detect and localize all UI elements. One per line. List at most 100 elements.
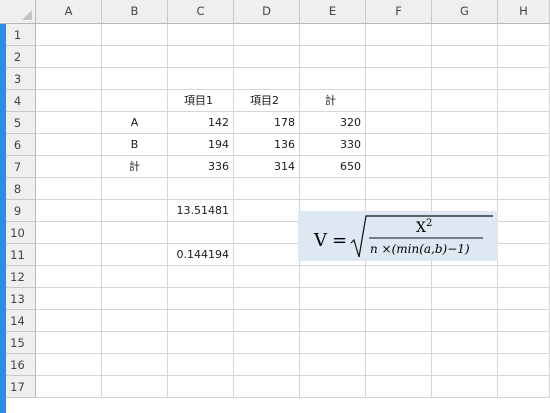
cell-c6[interactable]: 194 <box>168 134 234 156</box>
grid-cell-d16[interactable] <box>234 354 300 376</box>
grid-cell-h3[interactable] <box>498 68 550 90</box>
grid-cell-c8[interactable] <box>168 178 234 200</box>
grid-cell-d8[interactable] <box>234 178 300 200</box>
column-header-c[interactable]: C <box>168 0 234 24</box>
grid-cell-c15[interactable] <box>168 332 234 354</box>
grid-cell-e8[interactable] <box>300 178 366 200</box>
grid-cell-h6[interactable] <box>498 134 550 156</box>
grid-cell-g8[interactable] <box>432 178 498 200</box>
cell-e7[interactable]: 650 <box>300 156 366 178</box>
column-header-a[interactable]: A <box>36 0 102 24</box>
grid-cell-a11[interactable] <box>36 244 102 266</box>
grid-cell-b10[interactable] <box>102 222 168 244</box>
column-header-f[interactable]: F <box>366 0 432 24</box>
column-header-e[interactable]: E <box>300 0 366 24</box>
grid-cell-b16[interactable] <box>102 354 168 376</box>
grid-cell-a10[interactable] <box>36 222 102 244</box>
column-header-h[interactable]: H <box>498 0 550 24</box>
grid-cell-g15[interactable] <box>432 332 498 354</box>
grid-cell-e14[interactable] <box>300 310 366 332</box>
grid-cell-h2[interactable] <box>498 46 550 68</box>
grid-cell-h7[interactable] <box>498 156 550 178</box>
cell-b6-label[interactable]: B <box>102 134 168 156</box>
grid-cell-h17[interactable] <box>498 376 550 398</box>
cell-c9-result[interactable]: 13.51481 <box>168 200 234 222</box>
grid-cell-c13[interactable] <box>168 288 234 310</box>
grid-cell-g4[interactable] <box>432 90 498 112</box>
grid-cell-a4[interactable] <box>36 90 102 112</box>
cell-e4-header[interactable]: 計 <box>300 90 366 112</box>
grid-cell-h15[interactable] <box>498 332 550 354</box>
grid-cell-c1[interactable] <box>168 24 234 46</box>
grid-cell-a16[interactable] <box>36 354 102 376</box>
grid-cell-a13[interactable] <box>36 288 102 310</box>
grid-cell-f1[interactable] <box>366 24 432 46</box>
grid-cell-b8[interactable] <box>102 178 168 200</box>
grid-cell-c16[interactable] <box>168 354 234 376</box>
grid-cell-f8[interactable] <box>366 178 432 200</box>
grid-cell-b4[interactable] <box>102 90 168 112</box>
grid-cell-g3[interactable] <box>432 68 498 90</box>
grid-cell-a17[interactable] <box>36 376 102 398</box>
grid-cell-g16[interactable] <box>432 354 498 376</box>
grid-cell-b2[interactable] <box>102 46 168 68</box>
grid-cell-b1[interactable] <box>102 24 168 46</box>
grid-cell-g7[interactable] <box>432 156 498 178</box>
grid-cell-h16[interactable] <box>498 354 550 376</box>
grid-cell-b11[interactable] <box>102 244 168 266</box>
grid-cell-c10[interactable] <box>168 222 234 244</box>
grid-cell-a15[interactable] <box>36 332 102 354</box>
cell-c4-header[interactable]: 項目1 <box>168 90 234 112</box>
grid-cell-h13[interactable] <box>498 288 550 310</box>
grid-cell-g13[interactable] <box>432 288 498 310</box>
equation-object[interactable]: V = X2 n ×(min(a,b)−1) <box>298 211 498 261</box>
grid-cell-b12[interactable] <box>102 266 168 288</box>
grid-cell-f2[interactable] <box>366 46 432 68</box>
column-header-b[interactable]: B <box>102 0 168 24</box>
cell-e6[interactable]: 330 <box>300 134 366 156</box>
cell-d5[interactable]: 178 <box>234 112 300 134</box>
cell-c11-result[interactable]: 0.144194 <box>168 244 234 266</box>
grid-cell-d2[interactable] <box>234 46 300 68</box>
column-header-g[interactable]: G <box>432 0 498 24</box>
grid-cell-h4[interactable] <box>498 90 550 112</box>
grid-cell-h12[interactable] <box>498 266 550 288</box>
grid-cell-e2[interactable] <box>300 46 366 68</box>
grid-cell-c2[interactable] <box>168 46 234 68</box>
grid-cell-h10[interactable] <box>498 222 550 244</box>
grid-cell-a2[interactable] <box>36 46 102 68</box>
grid-cell-h9[interactable] <box>498 200 550 222</box>
grid-cell-f13[interactable] <box>366 288 432 310</box>
grid-cell-f3[interactable] <box>366 68 432 90</box>
cell-b5-label[interactable]: A <box>102 112 168 134</box>
grid-cell-a14[interactable] <box>36 310 102 332</box>
grid-cell-g2[interactable] <box>432 46 498 68</box>
grid-cell-b13[interactable] <box>102 288 168 310</box>
grid-cell-c12[interactable] <box>168 266 234 288</box>
grid-cell-e12[interactable] <box>300 266 366 288</box>
grid-cell-f16[interactable] <box>366 354 432 376</box>
grid-cell-f14[interactable] <box>366 310 432 332</box>
select-all-corner[interactable] <box>0 0 36 24</box>
grid-cell-b17[interactable] <box>102 376 168 398</box>
grid-cell-g6[interactable] <box>432 134 498 156</box>
grid-cell-a8[interactable] <box>36 178 102 200</box>
grid-cell-a12[interactable] <box>36 266 102 288</box>
grid-cell-f7[interactable] <box>366 156 432 178</box>
grid-cell-d17[interactable] <box>234 376 300 398</box>
cell-d6[interactable]: 136 <box>234 134 300 156</box>
cell-d7[interactable]: 314 <box>234 156 300 178</box>
grid-cell-h1[interactable] <box>498 24 550 46</box>
grid-cell-c14[interactable] <box>168 310 234 332</box>
cell-c5[interactable]: 142 <box>168 112 234 134</box>
grid-cell-h14[interactable] <box>498 310 550 332</box>
grid-cell-g5[interactable] <box>432 112 498 134</box>
grid-cell-g12[interactable] <box>432 266 498 288</box>
grid-cell-g14[interactable] <box>432 310 498 332</box>
cell-b7-label[interactable]: 計 <box>102 156 168 178</box>
grid-cell-f12[interactable] <box>366 266 432 288</box>
grid-cell-a7[interactable] <box>36 156 102 178</box>
column-header-d[interactable]: D <box>234 0 300 24</box>
grid-cell-f6[interactable] <box>366 134 432 156</box>
cell-e5[interactable]: 320 <box>300 112 366 134</box>
